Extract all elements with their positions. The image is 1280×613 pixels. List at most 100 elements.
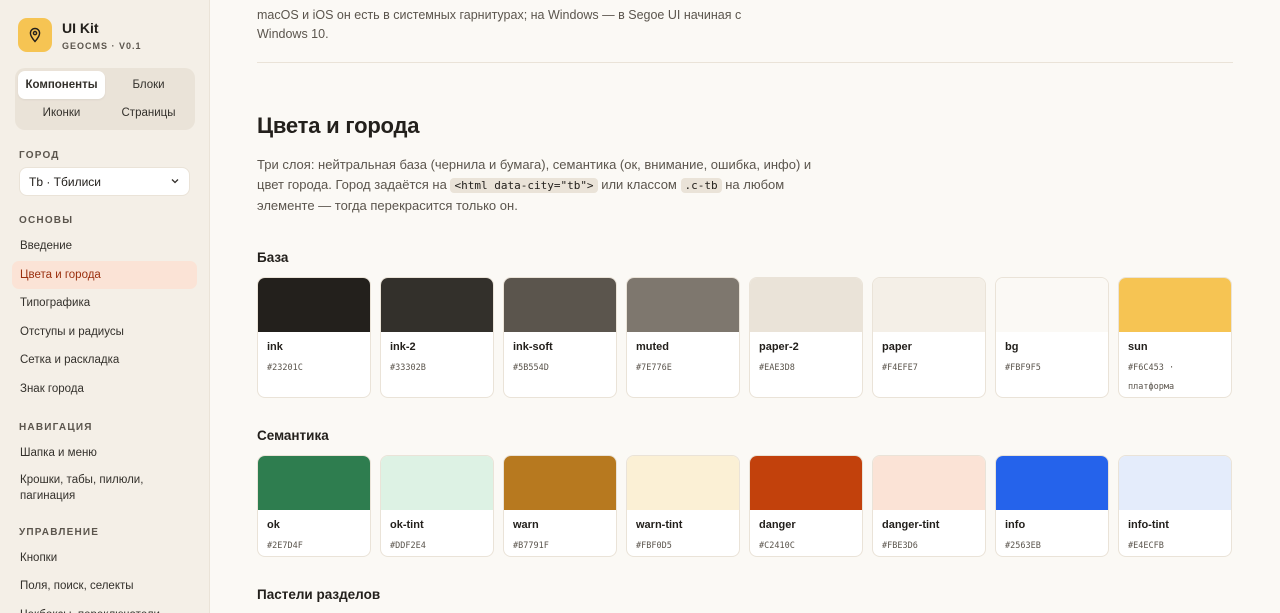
swatch-card[interactable]: ink-soft #5B554D — [503, 277, 617, 398]
nav-typography[interactable]: Типографика — [12, 289, 197, 318]
swatch-hex: #2563EB — [1005, 541, 1041, 551]
swatch-card[interactable]: warn-tint #FBF0D5 — [626, 455, 740, 557]
swatch-hex: #EAE3D8 — [759, 363, 795, 373]
swatch-chip — [750, 278, 862, 332]
nav-colors[interactable]: Цвета и города — [12, 260, 197, 289]
swatch-name: info-tint — [1128, 519, 1169, 531]
swatch-hex: #DDF2E4 — [390, 541, 426, 551]
city-select[interactable]: Tb · Тбилиси — [19, 167, 190, 196]
swatch-chip — [1119, 278, 1231, 332]
page-title: Цвета и города — [257, 113, 420, 138]
chevron-down-icon — [170, 175, 180, 189]
swatch-name: warn — [513, 519, 539, 531]
swatch-chip — [381, 278, 493, 332]
section-switcher: Компоненты Блоки Иконки Страницы — [15, 68, 195, 130]
swatch-chip — [627, 278, 739, 332]
swatch-hex: #5B554D — [513, 363, 549, 373]
swatch-chip — [996, 278, 1108, 332]
swatch-chip — [873, 456, 985, 510]
seg-components[interactable]: Компоненты — [18, 71, 105, 99]
nav-breadcrumbs[interactable]: Крошки, табы, пилюли, пагинация — [12, 468, 197, 508]
swatch-card[interactable]: danger #C2410C — [749, 455, 863, 557]
swatch-card[interactable]: paper #F4EFE7 — [872, 277, 986, 398]
nav-header-menu[interactable]: Шапка и меню — [12, 439, 197, 468]
seg-blocks[interactable]: Блоки — [105, 71, 192, 99]
swatch-card[interactable]: ok #2E7D4F — [257, 455, 371, 557]
swatch-name: info — [1005, 519, 1026, 531]
nav-intro[interactable]: Введение — [12, 232, 197, 261]
swatch-name: ok — [267, 519, 280, 531]
divider — [257, 62, 1233, 63]
lead-text-2: или классом — [601, 177, 677, 192]
swatch-name: warn-tint — [636, 519, 683, 531]
swatch-hex: #C2410C — [759, 541, 795, 551]
pastels-heading: Пастели разделов — [257, 587, 381, 602]
intro-text: macOS и iOS он есть в системных гарнитур… — [257, 8, 742, 41]
swatch-chip — [750, 456, 862, 510]
swatch-name: bg — [1005, 341, 1019, 353]
swatch-chip — [627, 456, 739, 510]
swatch-hex: #FBF0D5 — [636, 541, 672, 551]
sidebar: UI Kit GEOCMS · V0.1 Компоненты Блоки Ик… — [0, 0, 210, 613]
swatch-name: muted — [636, 341, 669, 353]
swatch-chip — [258, 278, 370, 332]
nav-city-mark[interactable]: Знак города — [12, 375, 197, 404]
brand-subtitle: GEOCMS · V0.1 — [62, 40, 142, 51]
swatch-name: danger-tint — [882, 519, 940, 531]
swatch-card[interactable]: paper-2 #EAE3D8 — [749, 277, 863, 398]
base-swatches: ink #23201C ink-2 #33302B ink-soft #5B55… — [257, 277, 1233, 398]
nav-group-control: УПРАВЛЕНИЕ — [19, 526, 100, 538]
swatch-card[interactable]: danger-tint #FBE3D6 — [872, 455, 986, 557]
swatch-hex: #33302B — [390, 363, 426, 373]
swatch-card[interactable]: warn #B7791F — [503, 455, 617, 557]
swatch-card[interactable]: bg #FBF9F5 — [995, 277, 1109, 398]
swatch-card[interactable]: ok-tint #DDF2E4 — [380, 455, 494, 557]
swatch-name: ink-2 — [390, 341, 416, 353]
swatch-hex: #F4EFE7 — [882, 363, 918, 373]
swatch-chip — [996, 456, 1108, 510]
swatch-card[interactable]: info #2563EB — [995, 455, 1109, 557]
code-city-class: .c-tb — [680, 178, 722, 193]
city-label: ГОРОД — [19, 150, 60, 161]
swatch-card[interactable]: ink #23201C — [257, 277, 371, 398]
swatch-hex: #7E776E — [636, 363, 672, 373]
swatch-hex: #23201C — [267, 363, 303, 373]
swatch-chip — [381, 456, 493, 510]
city-select-value: Tb · Тбилиси — [29, 174, 101, 189]
brand[interactable]: UI Kit GEOCMS · V0.1 — [18, 18, 197, 52]
swatch-hex: #B7791F — [513, 541, 549, 551]
nav-group-basics: ОСНОВЫ — [19, 215, 74, 226]
swatch-name: sun — [1128, 341, 1148, 353]
swatch-chip — [873, 278, 985, 332]
nav-spacing[interactable]: Отступы и радиусы — [12, 318, 197, 347]
swatch-chip — [504, 456, 616, 510]
swatch-card[interactable]: info-tint #E4ECFB — [1118, 455, 1232, 557]
swatch-name: ink — [267, 341, 283, 353]
seg-icons[interactable]: Иконки — [18, 99, 105, 127]
nav-fields[interactable]: Поля, поиск, селекты — [12, 572, 197, 601]
semantic-heading: Семантика — [257, 428, 329, 443]
swatch-card[interactable]: ink-2 #33302B — [380, 277, 494, 398]
section-lead: Три слоя: нейтральная база (чернила и бу… — [257, 155, 837, 216]
swatch-hex: #F6C453 · платформа — [1128, 363, 1175, 392]
swatch-chip — [258, 456, 370, 510]
semantic-swatches: ok #2E7D4F ok-tint #DDF2E4 warn #B7791F … — [257, 455, 1233, 557]
swatch-name: paper-2 — [759, 341, 799, 353]
swatch-name: ink-soft — [513, 341, 553, 353]
nav-group-navigation: НАВИГАЦИЯ — [19, 422, 93, 433]
swatch-card[interactable]: sun #F6C453 · платформа — [1118, 277, 1232, 398]
swatch-hex: #E4ECFB — [1128, 541, 1164, 551]
nav-buttons[interactable]: Кнопки — [12, 544, 197, 573]
swatch-hex: #FBF9F5 — [1005, 363, 1041, 373]
swatch-card[interactable]: muted #7E776E — [626, 277, 740, 398]
swatch-chip — [1119, 456, 1231, 510]
swatch-name: paper — [882, 341, 912, 353]
code-city-attr: <html data-city="tb"> — [450, 178, 598, 193]
base-heading: База — [257, 250, 289, 265]
seg-pages[interactable]: Страницы — [105, 99, 192, 127]
swatch-name: danger — [759, 519, 796, 531]
brand-title: UI Kit — [62, 19, 99, 36]
nav-grid[interactable]: Сетка и раскладка — [12, 346, 197, 375]
nav-checkboxes[interactable]: Чекбоксы, переключатели — [12, 601, 197, 613]
swatch-hex: #FBE3D6 — [882, 541, 918, 551]
